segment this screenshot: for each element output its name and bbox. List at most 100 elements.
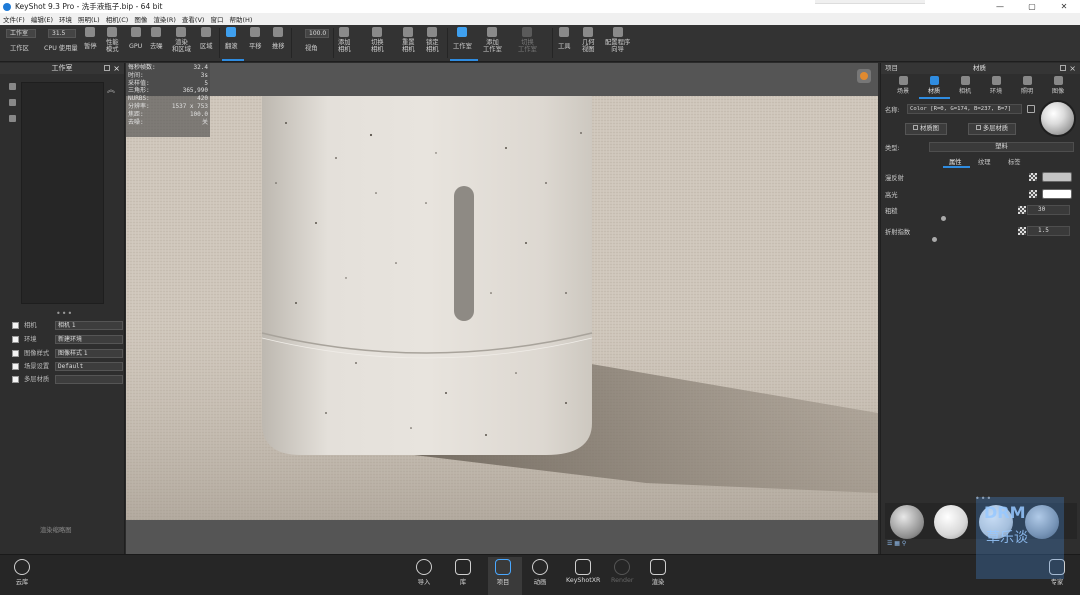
tab-labels[interactable]: 标签 — [1008, 157, 1021, 166]
add-studio-icon[interactable] — [9, 83, 16, 90]
tab-camera[interactable]: 相机 — [953, 76, 977, 95]
tumble-button[interactable]: 翻滚 — [225, 27, 238, 50]
menu-view[interactable]: 查看(V) — [182, 14, 205, 24]
menu-lighting[interactable]: 照明(L) — [78, 14, 100, 24]
render-status-icon[interactable] — [857, 69, 871, 83]
roughness-value-field[interactable]: 30 — [1027, 205, 1070, 215]
animation-button[interactable]: 动画 — [532, 559, 548, 586]
ior-slider-handle[interactable] — [932, 237, 937, 242]
material-graph-button[interactable]: 材质图 — [905, 123, 947, 135]
multi-material-button[interactable]: 多层材质 — [968, 123, 1016, 135]
performance-mode-button[interactable]: 性能 模式 — [106, 27, 119, 53]
pause-button[interactable]: 暂停 — [84, 27, 97, 50]
library-view-icons[interactable]: ☰ ▦ ⚲ — [887, 540, 906, 547]
library-button[interactable]: 库 — [455, 559, 471, 586]
specular-color-swatch[interactable] — [1042, 189, 1072, 199]
menu-file[interactable]: 文件(F) — [3, 14, 25, 24]
camera-icon — [960, 76, 970, 85]
menu-edit[interactable]: 编辑(E) — [31, 14, 53, 24]
geometry-view-button[interactable]: 几何 视图 — [582, 27, 595, 53]
scene-set-select[interactable]: Default — [55, 362, 123, 371]
project-list-icon — [495, 559, 511, 575]
option-multi-material: 多层材质 — [12, 375, 123, 384]
diffuse-texture-icon[interactable] — [1029, 173, 1037, 181]
workspace-select[interactable]: 工作室 — [6, 29, 36, 38]
ior-value-field[interactable]: 1.5 — [1027, 226, 1070, 236]
render-camera-icon — [650, 559, 666, 575]
material-preview-sphere[interactable] — [1039, 100, 1076, 137]
menu-help[interactable]: 帮助(H) — [229, 14, 252, 24]
material-type-select[interactable]: 塑料 — [929, 142, 1074, 152]
menu-image[interactable]: 图像 — [134, 14, 147, 24]
keyshotxr-button[interactable]: KeyShotXR — [566, 559, 600, 584]
menu-window[interactable]: 窗口 — [210, 14, 223, 24]
render-viewport[interactable]: 每秒帧数: 32.4 时间: 3s 采样值: 5 三角形: 365,990 NURBS:… — [126, 63, 878, 554]
multi-material-select[interactable] — [55, 375, 123, 384]
stat-triangles: 三角形: 365,990 — [128, 87, 208, 95]
close-icon[interactable]: × — [113, 63, 120, 74]
material-thumbnail[interactable] — [890, 505, 924, 539]
menu-render[interactable]: 渲染(R) — [153, 14, 176, 24]
save-material-icon[interactable] — [1027, 105, 1035, 113]
region-button[interactable]: 区域 — [200, 27, 213, 50]
multi-material-checkbox[interactable] — [12, 376, 19, 383]
tab-image[interactable]: 图像 — [1046, 76, 1070, 95]
camera-select[interactable]: 相机 1 — [55, 321, 123, 330]
reset-camera-button[interactable]: 重置 相机 — [402, 27, 415, 53]
environment-select[interactable]: 新建环境 — [55, 335, 123, 344]
render-thumbnail-button[interactable]: 渲染缩略图 — [40, 525, 71, 534]
image-style-select[interactable]: 图像样式 1 — [55, 349, 123, 358]
tab-properties[interactable]: 属性 — [949, 157, 962, 166]
ior-texture-icon[interactable] — [1018, 227, 1026, 235]
dolly-button[interactable]: 推移 — [272, 27, 285, 50]
collapse-icon[interactable]: ︽ — [107, 84, 115, 95]
menu-environment[interactable]: 环境 — [59, 14, 72, 24]
cloud-library-button[interactable]: 云库 — [14, 559, 30, 586]
close-icon[interactable]: × — [1069, 63, 1076, 74]
popout-icon[interactable] — [104, 65, 110, 71]
close-button[interactable]: ✕ — [1048, 0, 1080, 13]
delete-icon[interactable] — [9, 99, 16, 106]
render-button[interactable]: 渲染 — [650, 559, 666, 586]
scene-set-checkbox[interactable] — [12, 363, 19, 370]
tab-environment[interactable]: 环境 — [984, 76, 1008, 95]
camera-checkbox[interactable] — [12, 322, 19, 329]
resize-handle[interactable]: ••• — [56, 309, 73, 318]
tab-textures[interactable]: 纹理 — [978, 157, 991, 166]
tab-material[interactable]: 材质 — [922, 76, 946, 95]
add-camera-button[interactable]: 添加 相机 — [338, 27, 351, 53]
studio-button[interactable]: 工作室 — [453, 27, 472, 50]
tools-button[interactable]: 工具 — [558, 27, 571, 50]
environment-checkbox[interactable] — [12, 336, 19, 343]
menu-camera[interactable]: 相机(C) — [106, 14, 129, 24]
gpu-button[interactable]: GPU — [129, 27, 142, 50]
project-button[interactable]: 项目 — [495, 559, 511, 586]
minimize-button[interactable]: — — [984, 0, 1016, 13]
material-thumbnail[interactable] — [934, 505, 968, 539]
roughness-texture-icon[interactable] — [1018, 206, 1026, 214]
image-style-checkbox[interactable] — [12, 350, 19, 357]
region-icon — [201, 27, 212, 37]
render-dim-button[interactable]: Render — [611, 559, 633, 584]
render-region-button[interactable]: 渲染 和区域 — [172, 27, 191, 53]
switch-camera-button[interactable]: 切换 相机 — [371, 27, 384, 53]
settings-icon[interactable] — [9, 115, 16, 122]
switch-studio-button[interactable]: 切换 工作室 — [518, 27, 537, 53]
config-wizard-button[interactable]: 配置程序 向导 — [605, 27, 630, 53]
import-button[interactable]: 导入 — [416, 559, 432, 586]
cpu-usage-field[interactable]: 31.5 — [48, 29, 76, 38]
roughness-slider-handle[interactable] — [941, 216, 946, 221]
add-studio-button[interactable]: 添加 工作室 — [483, 27, 502, 53]
maximize-button[interactable]: ▢ — [1016, 0, 1048, 13]
material-name-input[interactable]: Color [R=0, G=174, B=237, B=7] — [907, 104, 1022, 114]
tab-scene[interactable]: 场景 — [891, 76, 915, 95]
diffuse-color-swatch[interactable] — [1042, 172, 1072, 182]
denoise-button[interactable]: 去噪 — [150, 27, 163, 50]
pan-button[interactable]: 平移 — [249, 27, 262, 50]
studio-list[interactable] — [21, 82, 104, 304]
tab-lighting[interactable]: 照明 — [1015, 76, 1039, 95]
popout-icon[interactable] — [1060, 65, 1066, 71]
lock-camera-button[interactable]: 锁定 相机 — [426, 27, 439, 53]
specular-texture-icon[interactable] — [1029, 190, 1037, 198]
fov-field[interactable]: 100.0 — [305, 29, 329, 38]
